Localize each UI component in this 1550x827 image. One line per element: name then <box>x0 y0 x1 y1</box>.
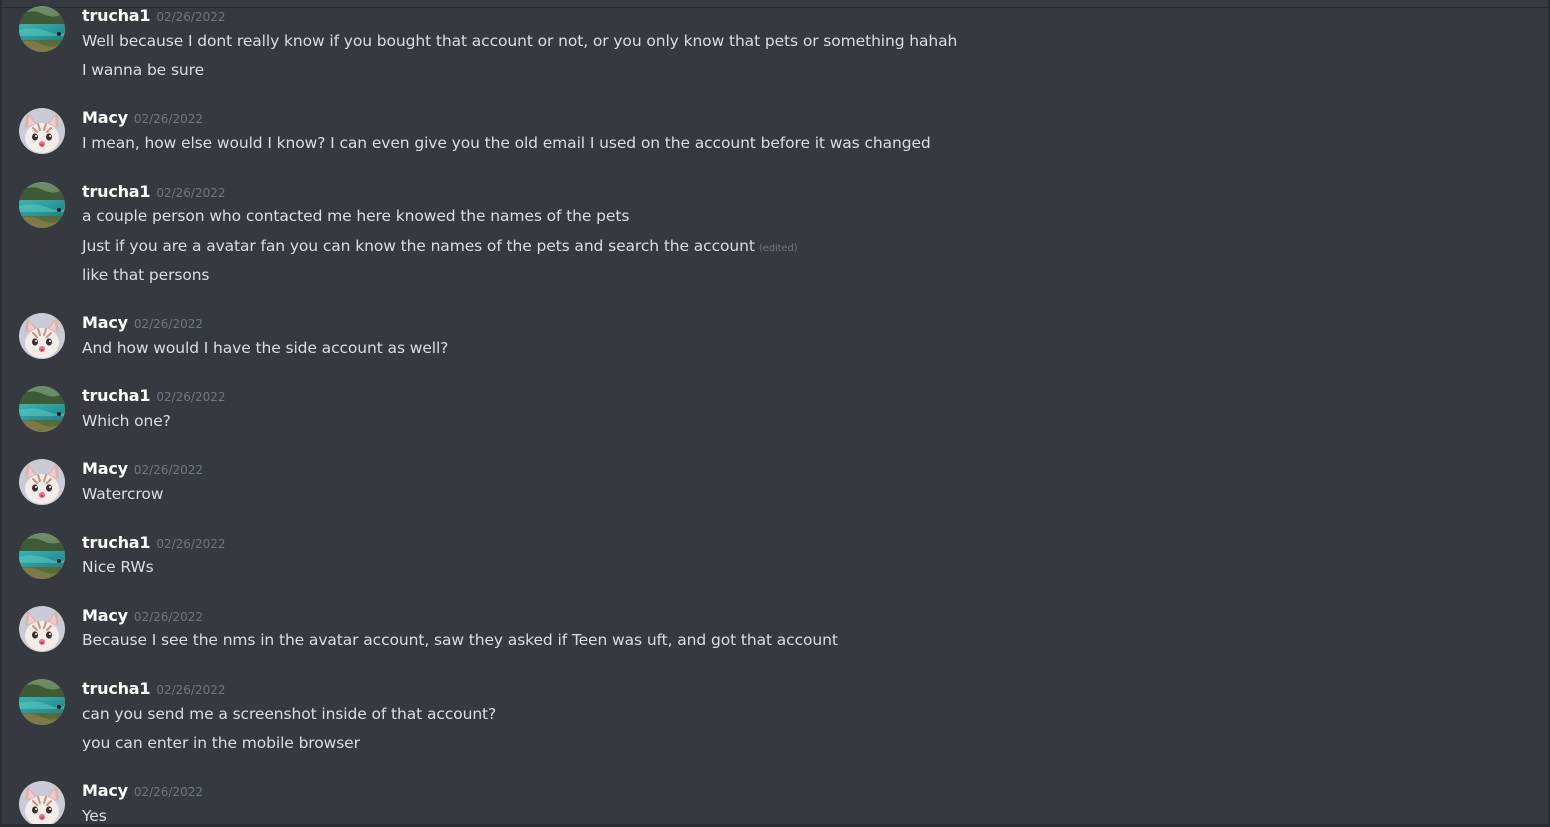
message-text: can you send me a screenshot inside of t… <box>82 704 496 724</box>
message-content: And how would I have the side account as… <box>82 339 449 357</box>
message-text: I wanna be sure <box>82 60 204 80</box>
username[interactable]: trucha1 <box>82 6 151 25</box>
message-header: trucha1 02/26/2022 <box>82 533 226 555</box>
message-content: Which one? <box>82 412 171 430</box>
message-text: you can enter in the mobile browser <box>82 733 360 753</box>
cat-avatar[interactable] <box>19 108 65 154</box>
message-text: Because I see the nms in the avatar acco… <box>82 630 838 650</box>
message-content: you can enter in the mobile browser <box>82 734 360 752</box>
username[interactable]: Macy <box>82 781 128 800</box>
message-text: Watercrow <box>82 484 163 504</box>
message-content: like that persons <box>82 266 210 284</box>
message-content: can you send me a screenshot inside of t… <box>82 705 497 723</box>
timestamp[interactable]: 02/26/2022 <box>156 683 225 697</box>
username[interactable]: trucha1 <box>82 386 151 405</box>
timestamp[interactable]: 02/26/2022 <box>156 10 225 24</box>
message-header: Macy 02/26/2022 <box>82 108 203 130</box>
message-header: trucha1 02/26/2022 <box>82 182 226 204</box>
message-header: trucha1 02/26/2022 <box>82 679 226 701</box>
timestamp[interactable]: 02/26/2022 <box>134 112 203 126</box>
message-text: And how would I have the side account as… <box>82 338 448 358</box>
message-header: Macy 02/26/2022 <box>82 606 203 628</box>
message-text: Yes <box>82 806 107 826</box>
username[interactable]: Macy <box>82 108 128 127</box>
cat-avatar[interactable] <box>19 313 65 359</box>
cat-avatar[interactable] <box>19 781 65 827</box>
message-header: Macy 02/26/2022 <box>82 781 203 803</box>
lake-photo-avatar[interactable] <box>19 386 65 432</box>
timestamp[interactable]: 02/26/2022 <box>156 186 225 200</box>
username[interactable]: Macy <box>82 313 128 332</box>
username[interactable]: trucha1 <box>82 679 151 698</box>
message-text: like that persons <box>82 265 210 285</box>
message-text: Which one? <box>82 411 171 431</box>
cat-avatar[interactable] <box>19 606 65 652</box>
lake-photo-avatar[interactable] <box>19 6 65 52</box>
timestamp[interactable]: 02/26/2022 <box>134 610 203 624</box>
message-text: a couple person who contacted me here kn… <box>82 206 629 226</box>
message-header: Macy 02/26/2022 <box>82 313 203 335</box>
window-left-border <box>0 0 2 827</box>
timestamp[interactable]: 02/26/2022 <box>134 317 203 331</box>
cat-avatar[interactable] <box>19 459 65 505</box>
lake-photo-avatar[interactable] <box>19 182 65 228</box>
timestamp[interactable]: 02/26/2022 <box>134 463 203 477</box>
timestamp[interactable]: 02/26/2022 <box>156 390 225 404</box>
timestamp[interactable]: 02/26/2022 <box>134 785 203 799</box>
message-text: I mean, how else would I know? I can eve… <box>82 133 931 153</box>
username[interactable]: Macy <box>82 606 128 625</box>
username[interactable]: Macy <box>82 459 128 478</box>
message-header: trucha1 02/26/2022 <box>82 6 226 28</box>
edited-indicator: (edited) <box>758 243 798 254</box>
message-text: Just if you are a avatar fan you can kno… <box>82 236 798 259</box>
username[interactable]: trucha1 <box>82 533 151 552</box>
message-content: I wanna be sure <box>82 61 205 79</box>
message-text: Well because I dont really know if you b… <box>82 31 957 51</box>
username[interactable]: trucha1 <box>82 182 151 201</box>
message-content: Yes <box>82 807 107 825</box>
message-content: Nice RWs <box>82 558 154 576</box>
timestamp[interactable]: 02/26/2022 <box>156 537 225 551</box>
message-content: I mean, how else would I know? I can eve… <box>82 134 931 152</box>
lake-photo-avatar[interactable] <box>19 533 65 579</box>
message-text: Nice RWs <box>82 557 154 577</box>
message-content: Watercrow <box>82 485 164 503</box>
message-header: Macy 02/26/2022 <box>82 459 203 481</box>
window-top-border <box>0 0 1550 8</box>
lake-photo-avatar[interactable] <box>19 679 65 725</box>
message-content: a couple person who contacted me here kn… <box>82 207 630 225</box>
message-content: Just if you are a avatar fan you can kno… <box>82 237 755 255</box>
message-header: trucha1 02/26/2022 <box>82 386 226 408</box>
message-content: Because I see the nms in the avatar acco… <box>82 631 838 649</box>
message-content: Well because I dont really know if you b… <box>82 32 958 50</box>
